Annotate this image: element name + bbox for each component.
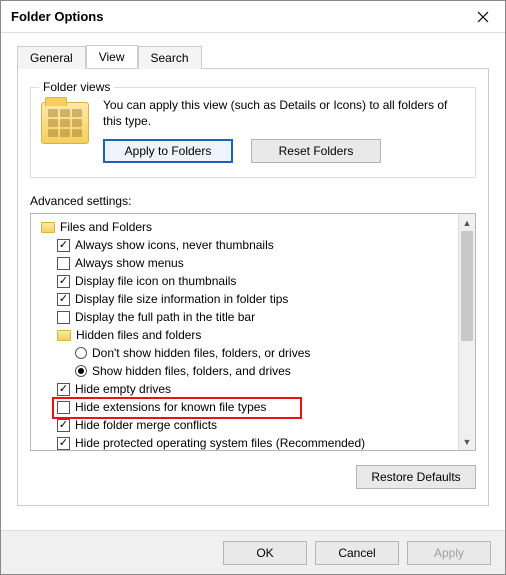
checkbox[interactable] <box>57 419 70 432</box>
tree-item[interactable]: Display file size information in folder … <box>35 290 456 308</box>
folder-views-description: You can apply this view (such as Details… <box>103 98 465 129</box>
reset-folders-button[interactable]: Reset Folders <box>251 139 381 163</box>
tree-item[interactable]: Hide protected operating system files (R… <box>35 434 456 450</box>
titlebar: Folder Options <box>1 1 505 33</box>
ok-button[interactable]: OK <box>223 541 307 565</box>
tree-item-label: Show hidden files, folders, and drives <box>92 362 291 380</box>
tab-view[interactable]: View <box>86 45 138 68</box>
dialog-footer: OK Cancel Apply <box>1 530 505 574</box>
tree-root-label: Files and Folders <box>60 218 152 236</box>
scroll-thumb[interactable] <box>461 231 473 341</box>
radio[interactable] <box>75 365 87 377</box>
tree-item[interactable]: Hide folder merge conflicts <box>35 416 456 434</box>
folder-icon <box>41 102 89 144</box>
tree-item[interactable]: Show hidden files, folders, and drives <box>35 362 456 380</box>
tree-item-label: Don't show hidden files, folders, or dri… <box>92 344 310 362</box>
tree-item-label: Display file size information in folder … <box>75 290 288 308</box>
scroll-up-icon[interactable]: ▲ <box>459 214 475 231</box>
tab-general[interactable]: General <box>17 46 86 69</box>
checkbox[interactable] <box>57 311 70 324</box>
tree-item-label: Hide extensions for known file types <box>75 398 266 416</box>
folder-icon <box>57 330 71 341</box>
apply-button[interactable]: Apply <box>407 541 491 565</box>
cancel-button[interactable]: Cancel <box>315 541 399 565</box>
checkbox[interactable] <box>57 293 70 306</box>
tree-item[interactable]: Hide empty drives <box>35 380 456 398</box>
tab-search[interactable]: Search <box>138 46 202 69</box>
scroll-down-icon[interactable]: ▼ <box>459 433 475 450</box>
window-title: Folder Options <box>11 9 103 24</box>
tree-item-label: Display file icon on thumbnails <box>75 272 236 290</box>
tree-item[interactable]: Always show icons, never thumbnails <box>35 236 456 254</box>
checkbox[interactable] <box>57 239 70 252</box>
close-icon <box>477 11 489 23</box>
folder-views-label: Folder views <box>39 80 114 94</box>
scrollbar[interactable]: ▲ ▼ <box>458 214 475 450</box>
checkbox[interactable] <box>57 257 70 270</box>
tree-item-label: Display the full path in the title bar <box>75 308 255 326</box>
radio[interactable] <box>75 347 87 359</box>
checkbox[interactable] <box>57 437 70 450</box>
advanced-settings-tree[interactable]: Files and FoldersAlways show icons, neve… <box>30 213 476 451</box>
tree-item-label: Always show icons, never thumbnails <box>75 236 274 254</box>
advanced-settings-label: Advanced settings: <box>30 194 476 208</box>
tree-item[interactable]: Always show menus <box>35 254 456 272</box>
tree-item-label: Hidden files and folders <box>76 326 201 344</box>
tab-strip: General View Search <box>17 45 489 69</box>
tree-item[interactable]: Don't show hidden files, folders, or dri… <box>35 344 456 362</box>
tree-item-label: Hide empty drives <box>75 380 171 398</box>
apply-to-folders-button[interactable]: Apply to Folders <box>103 139 233 163</box>
tree-item-label: Hide protected operating system files (R… <box>75 434 365 450</box>
folder-views-group: Folder views You can apply this view (su… <box>30 87 476 178</box>
close-button[interactable] <box>461 1 505 33</box>
tree-root[interactable]: Files and Folders <box>35 218 456 236</box>
tab-panel-view: Folder views You can apply this view (su… <box>17 69 489 506</box>
tree-item-label: Always show menus <box>75 254 184 272</box>
restore-defaults-button[interactable]: Restore Defaults <box>356 465 476 489</box>
checkbox[interactable] <box>57 401 70 414</box>
tree-item[interactable]: Display file icon on thumbnails <box>35 272 456 290</box>
checkbox[interactable] <box>57 383 70 396</box>
tree-item[interactable]: Hidden files and folders <box>35 326 456 344</box>
checkbox[interactable] <box>57 275 70 288</box>
tree-item-label: Hide folder merge conflicts <box>75 416 217 434</box>
tree-item[interactable]: Display the full path in the title bar <box>35 308 456 326</box>
folder-icon <box>41 222 55 233</box>
tree-item[interactable]: Hide extensions for known file types <box>35 398 456 416</box>
